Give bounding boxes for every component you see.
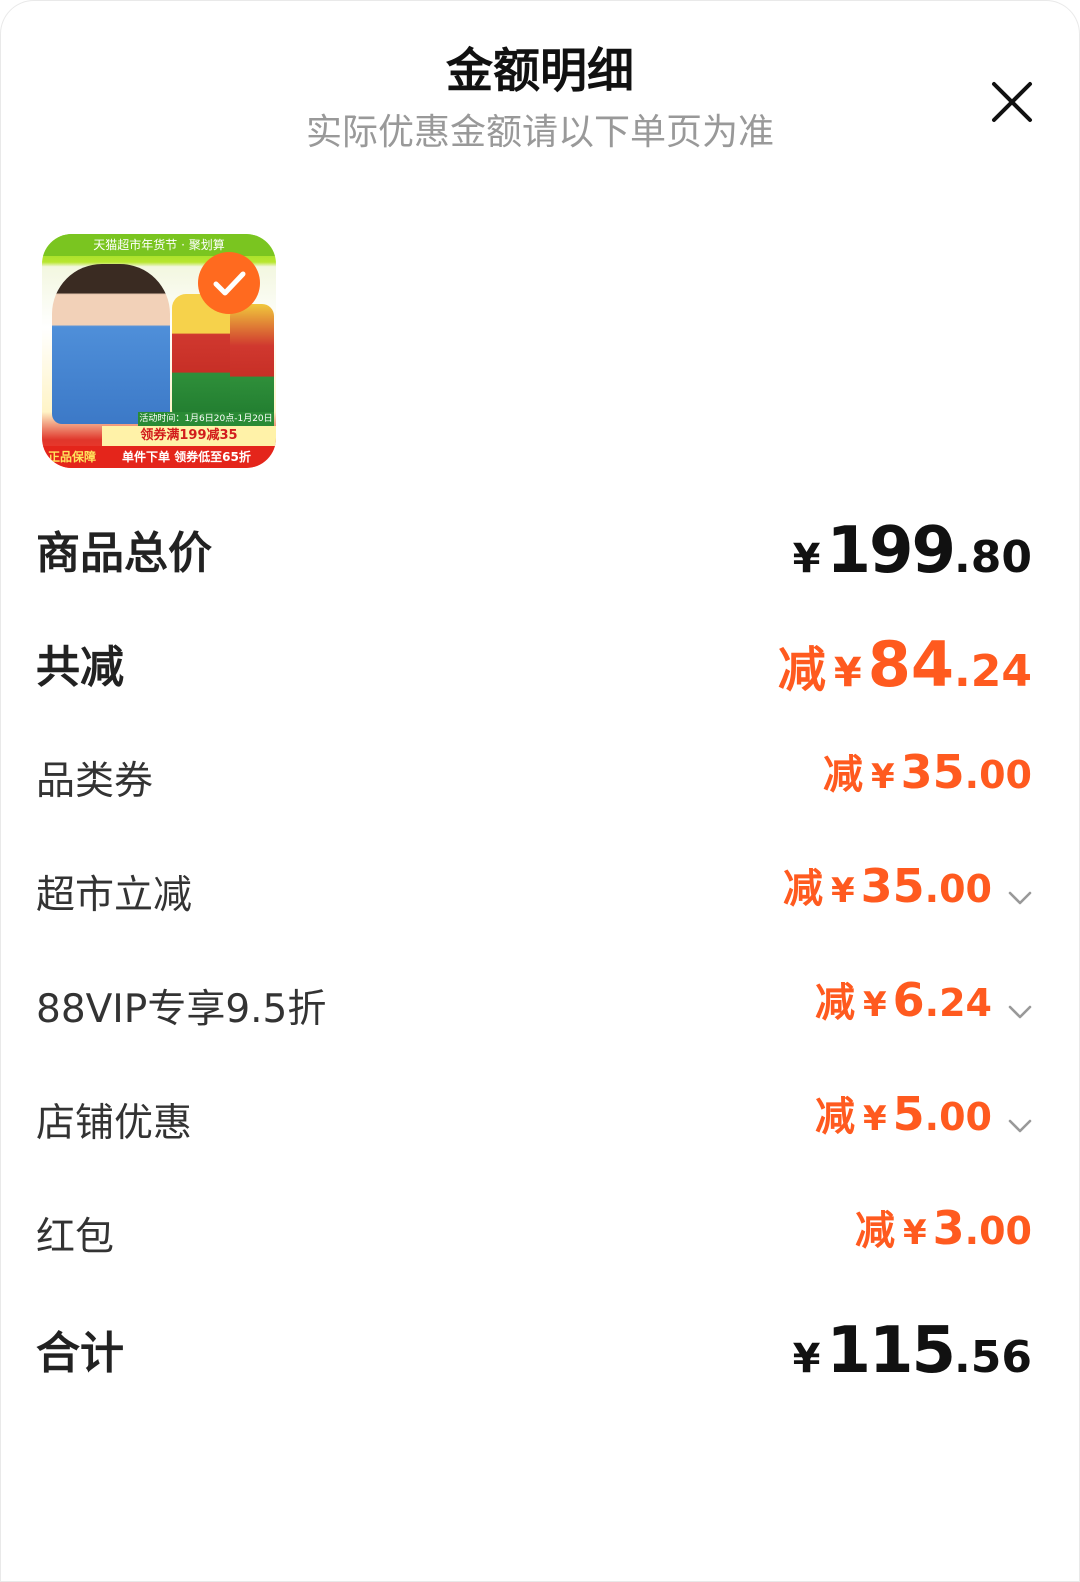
close-button[interactable] [984, 74, 1040, 130]
page-title: 金额明细 [446, 44, 634, 99]
page-subtitle: 实际优惠金额请以下单页为准 [305, 112, 774, 153]
yen-symbol: ¥ [862, 1099, 887, 1139]
amount-detail-sheet: 金额明细 实际优惠金额请以下单页为准 天猫超市年货节 · 聚划算 活动时间：1月… [0, 0, 1080, 1582]
row-amount: 减 ¥ 3 .00 [855, 1198, 1032, 1278]
amount-integer: 115 [826, 1314, 956, 1388]
expand-toggle[interactable] [1006, 884, 1034, 912]
row-label: 合计 [36, 1328, 124, 1379]
product-bottle-image [230, 304, 274, 424]
yen-symbol: ¥ [833, 650, 862, 696]
product-badge-discount: 单件下单 领券低至65折 [122, 450, 251, 464]
amount-integer: 35 [860, 859, 925, 913]
row-label: 超市立减 [36, 873, 193, 918]
row-supermarket-discount[interactable]: 超市立减 减 ¥ 35 .00 [0, 856, 1080, 936]
row-label: 红包 [36, 1215, 115, 1260]
selected-check-badge [198, 252, 260, 314]
row-red-packet: 红包 减 ¥ 3 .00 [0, 1198, 1080, 1278]
amount-decimal: .56 [954, 1332, 1032, 1383]
amount-decimal: .00 [964, 1209, 1032, 1253]
product-bottom-band: 正品保障 单件下单 领券低至65折 [42, 446, 276, 468]
row-grand-total: 合计 ¥ 115 .56 [0, 1314, 1080, 1394]
amount-integer: 5 [892, 1087, 925, 1141]
yen-symbol: ¥ [792, 1336, 821, 1382]
discount-prefix: 减 [814, 1094, 855, 1140]
yen-symbol: ¥ [830, 871, 855, 911]
row-amount: 减 ¥ 84 .24 [778, 628, 1032, 708]
chevron-down-icon [1008, 891, 1032, 905]
discount-prefix: 减 [782, 866, 823, 912]
discount-prefix: 减 [822, 752, 863, 798]
amount-integer: 3 [932, 1201, 965, 1255]
amount-integer: 199 [826, 514, 956, 588]
row-amount: 减 ¥ 35 .00 [783, 856, 992, 936]
row-amount: 减 ¥ 5 .00 [815, 1084, 992, 1164]
amount-decimal: .00 [964, 753, 1032, 797]
expand-toggle[interactable] [1006, 1112, 1034, 1140]
product-coupon-text: 领券满199减35 [102, 426, 276, 446]
row-store-discount[interactable]: 店铺优惠 减 ¥ 5 .00 [0, 1084, 1080, 1164]
discount-prefix: 减 [854, 1208, 895, 1254]
amount-decimal: .24 [924, 981, 992, 1025]
checkmark-icon [213, 271, 246, 296]
expand-toggle[interactable] [1006, 998, 1034, 1026]
amount-decimal: .00 [924, 867, 992, 911]
chevron-down-icon [1008, 1005, 1032, 1019]
row-label: 商品总价 [36, 528, 212, 579]
sheet-header: 金额明细 实际优惠金额请以下单页为准 [0, 40, 1080, 158]
close-icon [992, 82, 1032, 122]
discount-prefix: 减 [814, 980, 855, 1026]
row-label: 品类券 [36, 759, 154, 804]
row-88vip-discount[interactable]: 88VIP专享9.5折 减 ¥ 6 .24 [0, 970, 1080, 1050]
yen-symbol: ¥ [902, 1213, 927, 1253]
row-amount: ¥ 199 .80 [793, 514, 1032, 594]
row-label: 店铺优惠 [36, 1101, 193, 1146]
row-label: 88VIP专享9.5折 [36, 987, 327, 1032]
discount-prefix: 减 [777, 642, 826, 698]
yen-symbol: ¥ [792, 536, 821, 582]
amount-decimal: .80 [954, 532, 1032, 583]
row-total-discount: 共减 减 ¥ 84 .24 [0, 628, 1080, 708]
product-endorser-image [52, 264, 170, 424]
row-goods-total: 商品总价 ¥ 199 .80 [0, 514, 1080, 594]
chevron-down-icon [1008, 1119, 1032, 1133]
product-date-strip: 活动时间：1月6日20点-1月20日 [138, 412, 274, 426]
amount-decimal: .24 [954, 646, 1032, 697]
product-badge-genuine: 正品保障 [48, 450, 97, 464]
amount-integer: 84 [867, 628, 955, 701]
amount-integer: 35 [900, 745, 965, 799]
amount-integer: 6 [892, 973, 925, 1027]
row-amount: 减 ¥ 35 .00 [823, 742, 1032, 822]
amount-decimal: .00 [924, 1095, 992, 1139]
row-amount: 减 ¥ 6 .24 [815, 970, 992, 1050]
row-label: 共减 [36, 642, 124, 693]
yen-symbol: ¥ [870, 757, 895, 797]
row-amount: ¥ 115 .56 [793, 1314, 1032, 1394]
row-category-coupon: 品类券 减 ¥ 35 .00 [0, 742, 1080, 822]
yen-symbol: ¥ [862, 985, 887, 1025]
